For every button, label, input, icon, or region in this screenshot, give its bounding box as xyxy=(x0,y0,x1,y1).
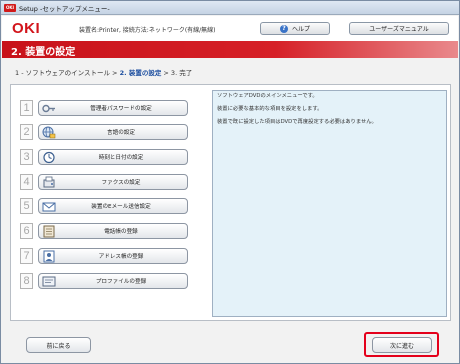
email-settings-button[interactable]: 装置のEメール送信設定 xyxy=(38,197,188,214)
description-line: 装置に必要な基本的な項目を設定をします。 xyxy=(217,106,323,112)
step-install: 1 - ソフトウェアのインストール > xyxy=(15,69,118,77)
menu-label: 言語の設定 xyxy=(107,129,135,136)
help-label: ヘルプ xyxy=(291,26,310,33)
menu-row-5: 5 装置のEメール送信設定 xyxy=(20,197,188,214)
app-icon: OKI xyxy=(4,3,16,12)
profile-button[interactable]: プロファイルの登録 xyxy=(38,272,188,289)
page-title-bar: 2. 装置の設定 xyxy=(2,41,458,58)
clock-icon xyxy=(43,151,55,163)
back-button[interactable]: 前に戻る xyxy=(26,337,91,353)
admin-password-button[interactable]: 管理者パスワードの設定 xyxy=(38,99,188,116)
phonebook-button[interactable]: 電話帳の登録 xyxy=(38,222,188,239)
description-line: ソフトウェアDVDのメインメニューです。 xyxy=(217,93,318,99)
menu-label: 管理者パスワードの設定 xyxy=(90,105,152,112)
menu-row-4: 4 ファクスの設定 xyxy=(20,173,188,190)
phonebook-icon xyxy=(43,225,55,237)
user-manual-button[interactable]: ユーザーズマニュアル xyxy=(349,22,449,35)
globe-icon xyxy=(42,126,56,138)
menu-number: 2 xyxy=(20,123,33,140)
menu-label: 時刻と日付の設定 xyxy=(98,154,144,161)
menu-label: アドレス帳の登録 xyxy=(98,253,144,260)
menu-row-3: 3 時刻と日付の設定 xyxy=(20,148,188,165)
menu-label: 電話帳の登録 xyxy=(104,228,138,235)
window-title: Setup -セットアップメニュー- xyxy=(19,4,110,13)
step-complete: > 3. 完了 xyxy=(163,69,193,77)
title-bar: OKI Setup -セットアップメニュー- xyxy=(1,1,459,15)
device-info: 装置名:Printer, 接続方法:ネットワーク(有線/無線) xyxy=(79,27,216,34)
fax-settings-button[interactable]: ファクスの設定 xyxy=(38,173,188,190)
help-button[interactable]: ? ヘルプ xyxy=(260,22,330,35)
menu-label: 装置のEメール送信設定 xyxy=(91,203,151,210)
fax-icon xyxy=(43,176,55,187)
menu-row-8: 8 プロファイルの登録 xyxy=(20,272,188,289)
header: OKI 装置名:Printer, 接続方法:ネットワーク(有線/無線) ? ヘル… xyxy=(2,16,458,41)
menu-row-7: 7 アドレス帳の登録 xyxy=(20,247,188,264)
menu-row-2: 2 言語の設定 xyxy=(20,123,188,140)
description-line: 装置で既に設定した項目はDVDで再度設定する必要はありません。 xyxy=(217,119,377,125)
step-device-settings: 2. 装置の設定 xyxy=(119,69,162,77)
menu-number: 8 xyxy=(20,272,33,289)
page-title: 2. 装置の設定 xyxy=(11,47,76,58)
setup-window: OKI Setup -セットアップメニュー- OKI 装置名:Printer, … xyxy=(0,0,460,364)
menu-number: 3 xyxy=(20,148,33,165)
menu-number: 5 xyxy=(20,197,33,214)
profile-icon xyxy=(42,276,56,286)
email-icon xyxy=(42,202,56,211)
menu-label: ファクスの設定 xyxy=(101,179,141,186)
description-panel: ソフトウェアDVDのメインメニューです。 装置に必要な基本的な項目を設定をします… xyxy=(212,90,447,317)
oki-logo: OKI xyxy=(12,20,41,37)
help-icon: ? xyxy=(279,24,288,33)
menu-row-6: 6 電話帳の登録 xyxy=(20,222,188,239)
date-time-button[interactable]: 時刻と日付の設定 xyxy=(38,148,188,165)
address-book-icon xyxy=(43,250,55,262)
next-button[interactable]: 次に進む xyxy=(372,337,432,353)
menu-number: 6 xyxy=(20,222,33,239)
menu-row-1: 1 管理者パスワードの設定 xyxy=(20,99,188,116)
key-icon xyxy=(42,104,55,112)
menu-label: プロファイルの登録 xyxy=(95,278,147,285)
address-book-button[interactable]: アドレス帳の登録 xyxy=(38,247,188,264)
menu-number: 7 xyxy=(20,247,33,264)
breadcrumb: 1 - ソフトウェアのインストール > 2. 装置の設定 > 3. 完了 xyxy=(15,67,192,77)
language-button[interactable]: 言語の設定 xyxy=(38,123,188,140)
menu-number: 4 xyxy=(20,173,33,190)
menu-number: 1 xyxy=(20,99,33,116)
